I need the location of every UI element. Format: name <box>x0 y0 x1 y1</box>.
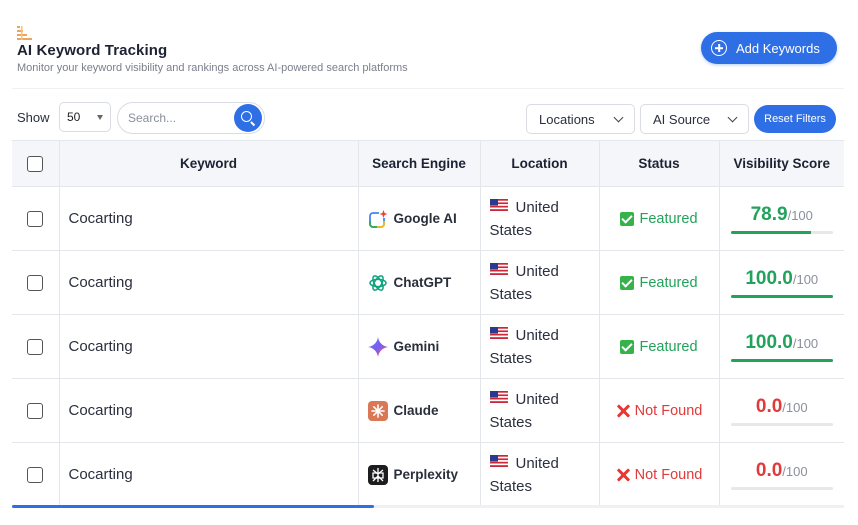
column-header-location[interactable]: Location <box>479 140 600 187</box>
column-header-status[interactable]: Status <box>598 140 720 187</box>
locations-dropdown[interactable]: Locations <box>526 104 635 134</box>
claude-icon <box>367 400 388 421</box>
us-flag-icon <box>489 454 508 467</box>
row-checkbox[interactable] <box>27 466 44 483</box>
page-size-select[interactable]: 50 <box>59 102 111 132</box>
keyword-cell: Cocarting <box>58 314 359 379</box>
keyword-cell: Cocarting <box>58 442 359 507</box>
score-bar <box>730 358 833 362</box>
check-icon <box>620 339 635 354</box>
engine-name: Gemini <box>393 339 440 354</box>
column-header-search-engine[interactable]: Search Engine <box>357 140 481 187</box>
engine-name: Claude <box>393 403 439 418</box>
locations-label: Locations <box>539 111 595 127</box>
score-max: /100 <box>782 399 808 415</box>
row-checkbox[interactable] <box>27 338 44 355</box>
select-all-cell <box>12 140 60 187</box>
check-icon <box>620 211 635 226</box>
table-row: Cocarting Google AI United States Featur… <box>12 186 844 251</box>
us-flag-icon <box>489 262 508 275</box>
score-bar-fill <box>730 294 833 298</box>
score-bar-fill <box>730 358 833 362</box>
reset-filters-button[interactable]: Reset Filters <box>754 105 836 133</box>
engine-name: Google AI <box>393 211 457 226</box>
score-value: 100.0 <box>745 331 793 353</box>
add-keywords-button[interactable]: Add Keywords <box>701 32 837 64</box>
engine-name: Perplexity <box>393 467 459 482</box>
chatgpt-icon <box>368 274 387 291</box>
chevron-down-icon <box>727 112 738 123</box>
us-flag-icon <box>489 198 508 211</box>
show-label: Show <box>17 110 50 125</box>
score-bar <box>730 422 833 426</box>
page-title: AI Keyword Tracking <box>17 42 168 59</box>
scrollbar-thumb[interactable] <box>12 505 374 508</box>
us-flag-icon <box>489 390 508 403</box>
select-all-checkbox[interactable] <box>27 155 44 172</box>
plus-circle-icon <box>711 40 727 56</box>
horizontal-scrollbar[interactable] <box>12 505 844 508</box>
score-bar <box>730 230 833 234</box>
status-text: Featured <box>639 274 698 291</box>
chevron-down-icon <box>613 112 624 123</box>
score-max: /100 <box>792 271 819 287</box>
keyword-table: Keyword Search Engine Location Status Vi… <box>12 140 844 507</box>
table-header-row: Keyword Search Engine Location Status Vi… <box>12 140 844 187</box>
row-checkbox[interactable] <box>27 210 44 227</box>
us-flag-icon <box>489 326 508 339</box>
ai-source-dropdown[interactable]: AI Source <box>640 104 749 134</box>
gemini-icon <box>367 336 388 357</box>
check-icon <box>620 275 635 290</box>
caret-down-icon <box>97 115 103 120</box>
search-icon <box>241 111 252 122</box>
score-value: 100.0 <box>745 267 793 289</box>
ai-source-label: AI Source <box>653 111 711 127</box>
score-value: 0.0 <box>755 459 783 481</box>
score-bar-fill <box>730 230 812 234</box>
column-header-visibility-score[interactable]: Visibility Score <box>718 140 844 187</box>
column-header-keyword[interactable]: Keyword <box>58 140 359 187</box>
table-row: Cocarting Perplexity United States Not F… <box>12 442 844 507</box>
chart-bars-icon <box>17 26 32 40</box>
score-max: /100 <box>782 463 808 479</box>
score-value: 0.0 <box>755 395 783 417</box>
search-input[interactable] <box>128 109 228 127</box>
score-max: /100 <box>792 335 819 351</box>
page-subtitle: Monitor your keyword visibility and rank… <box>17 62 408 74</box>
score-value: 78.9 <box>750 203 788 225</box>
row-checkbox[interactable] <box>27 274 44 291</box>
header-divider <box>12 88 844 89</box>
x-icon <box>616 404 630 418</box>
status-text: Featured <box>639 338 698 355</box>
page-size-value: 50 <box>67 110 81 124</box>
google-ai-icon <box>368 208 388 228</box>
keyword-cell: Cocarting <box>58 378 359 443</box>
x-icon <box>616 468 630 482</box>
table-row: Cocarting Gemini United States Featured … <box>12 314 844 379</box>
keyword-cell: Cocarting <box>58 186 359 251</box>
status-text: Featured <box>639 210 698 227</box>
table-row: Cocarting ChatGPT United States Featured… <box>12 250 844 315</box>
search-box <box>117 102 265 134</box>
score-bar <box>730 294 833 298</box>
keyword-cell: Cocarting <box>58 250 359 315</box>
row-checkbox[interactable] <box>27 402 44 419</box>
engine-name: ChatGPT <box>393 275 452 290</box>
add-keywords-label: Add Keywords <box>736 40 820 56</box>
table-row: Cocarting Claude United States Not Found… <box>12 378 844 443</box>
search-button[interactable] <box>234 104 262 132</box>
status-text: Not Found <box>634 466 703 483</box>
score-bar <box>730 486 833 490</box>
status-text: Not Found <box>634 402 703 419</box>
perplexity-icon <box>367 464 388 485</box>
score-max: /100 <box>787 207 813 223</box>
